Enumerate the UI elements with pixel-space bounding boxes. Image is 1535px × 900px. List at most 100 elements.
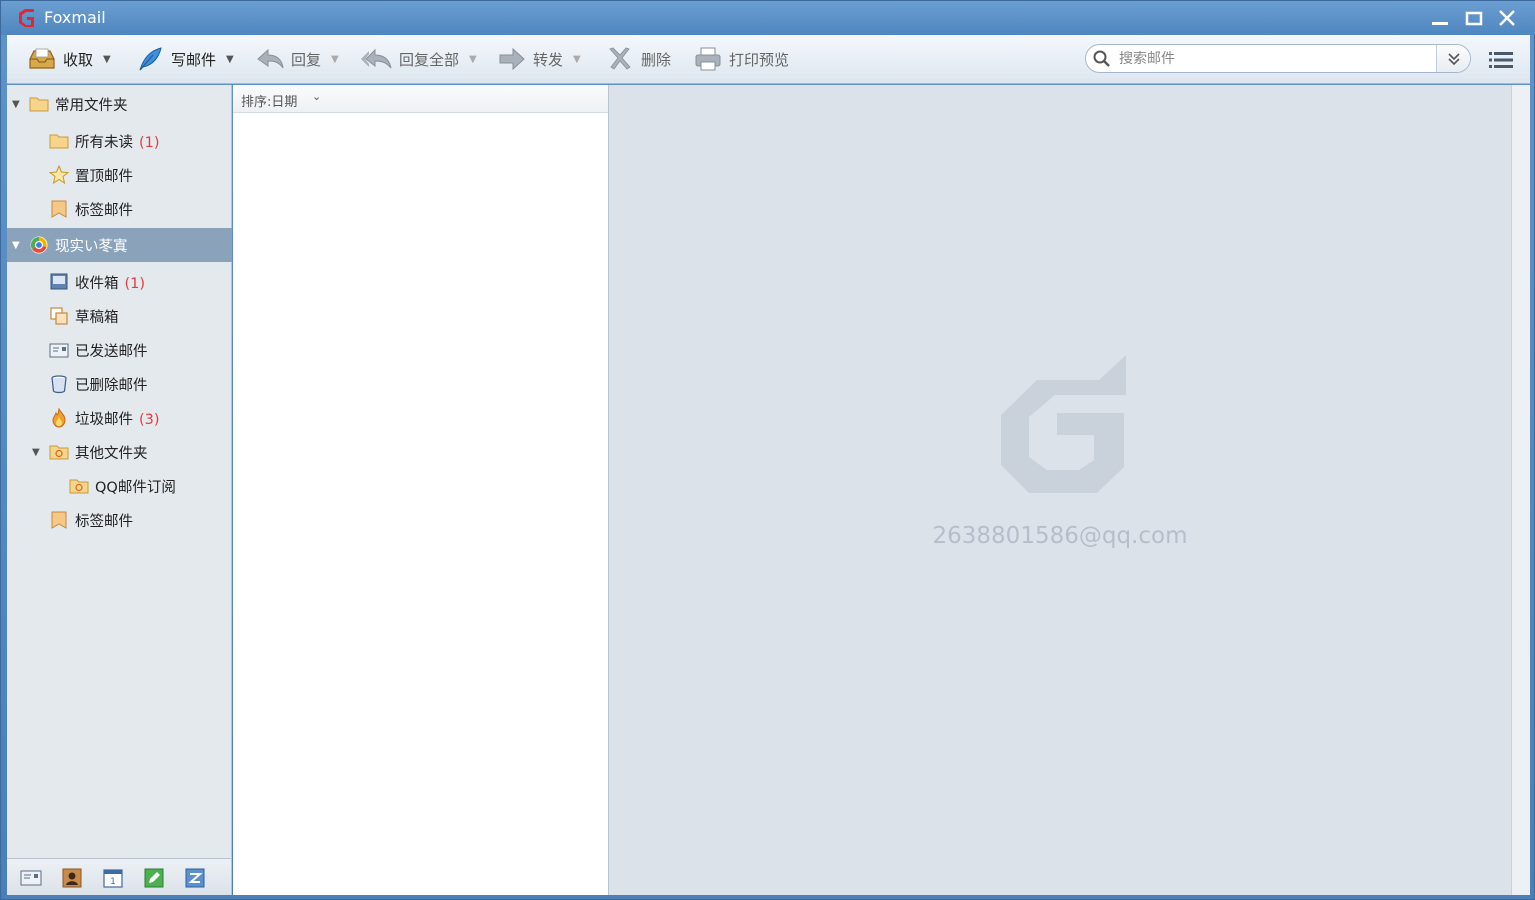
junk-fire-icon [52, 408, 66, 428]
sidebar-item-qq-subscription[interactable]: QQ邮件订阅 [7, 469, 232, 503]
collapse-arrow-icon[interactable]: ▼ [32, 447, 40, 458]
svg-text:1: 1 [110, 877, 116, 887]
sidebar-item-label: 置顶邮件 [75, 168, 133, 185]
account-node[interactable]: ▼ 现实い苳寘 [7, 228, 232, 262]
unread-count: (3) [139, 411, 160, 428]
sort-dropdown-icon[interactable]: ⌄ [312, 90, 321, 103]
sync-folder-icon [69, 479, 89, 494]
sidebar-item-label: 标签邮件 [75, 513, 133, 530]
inbox-icon [50, 273, 68, 290]
contacts-module-icon[interactable] [61, 868, 83, 888]
calendar-module-icon[interactable]: 1 [102, 868, 124, 888]
sidebar-item-other-folders[interactable]: ▼ 其他文件夹 [7, 435, 232, 469]
search-input[interactable] [1119, 48, 1429, 69]
foxmail-window: Foxmail 收取 ▼ 写邮件 ▼ 回复 ▼ 回复全部 ▼ 转发 ▼ 删除 打… [0, 0, 1535, 900]
sidebar-item-tagged[interactable]: 标签邮件 [7, 192, 232, 226]
window-title: Foxmail [44, 8, 106, 27]
search-icon [1093, 50, 1110, 67]
reply-all-arrow-icon [361, 48, 392, 69]
sidebar-item-all-unread[interactable]: 所有未读 (1) [7, 124, 232, 158]
sidebar-item-account-tagged[interactable]: 标签邮件 [7, 503, 232, 537]
sidebar-item-drafts[interactable]: 草稿箱 [7, 299, 232, 333]
reply-all-dropdown-icon[interactable]: ▼ [469, 54, 477, 65]
star-icon [49, 165, 69, 185]
search-box [1085, 44, 1471, 73]
double-chevron-down-icon [1448, 53, 1460, 66]
account-label: 现实い苳寘 [55, 238, 128, 255]
print-preview-label: 打印预览 [729, 50, 790, 69]
bookmark-tag-icon [51, 511, 67, 529]
main-menu-icon[interactable] [1489, 50, 1513, 70]
folder-sidebar: ▼ 常用文件夹 所有未读 (1) 置顶邮件 标签邮件 ▼ 现实い苳寘 收件箱 (… [7, 85, 232, 858]
module-switcher: 1 [7, 858, 232, 895]
drafts-icon [50, 307, 68, 325]
folder-icon [29, 97, 49, 112]
sidebar-item-inbox[interactable]: 收件箱 (1) [7, 265, 232, 299]
reply-label: 回复 [291, 50, 322, 69]
sidebar-item-label: QQ邮件订阅 [95, 479, 176, 496]
forward-dropdown-icon[interactable]: ▼ [573, 54, 581, 65]
sidebar-item-sent[interactable]: 已发送邮件 [7, 333, 232, 367]
compose-label: 写邮件 [171, 50, 217, 69]
title-bar: Foxmail [1, 1, 1535, 35]
right-edge-strip [1511, 85, 1530, 895]
delete-label: 删除 [641, 50, 672, 69]
reading-pane: 2638801586@qq.com [609, 85, 1511, 895]
compose-dropdown-icon[interactable]: ▼ [226, 54, 234, 65]
sort-bar: 排序:日期 ⌄ [233, 85, 608, 113]
sidebar-item-label: 草稿箱 [75, 309, 119, 326]
sidebar-item-label: 垃圾邮件 [75, 411, 133, 428]
collapse-arrow-icon[interactable]: ▼ [12, 240, 20, 251]
sidebar-item-label: 已删除邮件 [75, 377, 148, 394]
inbox-tray-icon [29, 48, 55, 69]
sidebar-item-label: 标签邮件 [75, 202, 133, 219]
sort-label[interactable]: 排序:日期 [241, 91, 297, 110]
folder-icon [49, 134, 69, 149]
forward-arrow-icon [499, 47, 525, 71]
search-options-button[interactable] [1436, 45, 1470, 72]
unread-count: (1) [139, 134, 160, 151]
delete-x-icon [609, 47, 631, 70]
sidebar-item-junk[interactable]: 垃圾邮件 (3) [7, 401, 232, 435]
folder-group-common[interactable]: ▼ 常用文件夹 [7, 87, 232, 121]
reply-all-button[interactable]: 回复全部 ▼ [359, 44, 477, 74]
sent-mail-icon [49, 343, 69, 358]
sidebar-item-label: 其他文件夹 [75, 445, 148, 462]
toolbar: 收取 ▼ 写邮件 ▼ 回复 ▼ 回复全部 ▼ 转发 ▼ 删除 打印预览 搜索邮件 [7, 35, 1530, 84]
forward-button[interactable]: 转发 ▼ [497, 44, 581, 74]
reply-button[interactable]: 回复 ▼ [255, 44, 339, 74]
receive-dropdown-icon[interactable]: ▼ [103, 54, 111, 65]
sidebar-item-deleted[interactable]: 已删除邮件 [7, 367, 232, 401]
maximize-button[interactable] [1463, 8, 1485, 28]
reply-dropdown-icon[interactable]: ▼ [331, 54, 339, 65]
minimize-button[interactable] [1429, 8, 1451, 28]
foxmail-watermark-icon [1001, 355, 1126, 493]
foxmail-logo-icon [19, 9, 34, 27]
qq-account-icon [30, 236, 48, 254]
minimize-icon [1432, 22, 1448, 25]
collapse-arrow-icon[interactable]: ▼ [12, 99, 20, 110]
reply-all-label: 回复全部 [399, 50, 460, 69]
compose-button[interactable]: 写邮件 ▼ [135, 44, 234, 74]
maximize-icon [1465, 11, 1483, 26]
mail-module-icon[interactable] [20, 868, 42, 888]
printer-icon [695, 47, 721, 71]
trash-bin-icon [51, 375, 67, 394]
sidebar-item-label: 收件箱 [75, 275, 119, 292]
sidebar-item-pinned[interactable]: 置顶邮件 [7, 158, 232, 192]
receive-label: 收取 [63, 50, 94, 69]
print-preview-button[interactable]: 打印预览 [693, 44, 789, 74]
receive-button[interactable]: 收取 ▼ [27, 44, 111, 74]
delete-button[interactable]: 删除 [605, 44, 671, 74]
close-button[interactable] [1496, 8, 1518, 28]
sync-folder-icon [49, 445, 69, 460]
forward-label: 转发 [533, 50, 564, 69]
folder-group-label: 常用文件夹 [55, 97, 128, 114]
account-email: 2638801586@qq.com [932, 523, 1188, 549]
mail-list-pane: 排序:日期 ⌄ [233, 85, 609, 895]
feeds-module-icon[interactable] [184, 868, 206, 888]
close-icon [1499, 10, 1515, 26]
sidebar-item-label: 所有未读 [75, 134, 133, 151]
sidebar-item-label: 已发送邮件 [75, 343, 148, 360]
notes-module-icon[interactable] [143, 868, 165, 888]
